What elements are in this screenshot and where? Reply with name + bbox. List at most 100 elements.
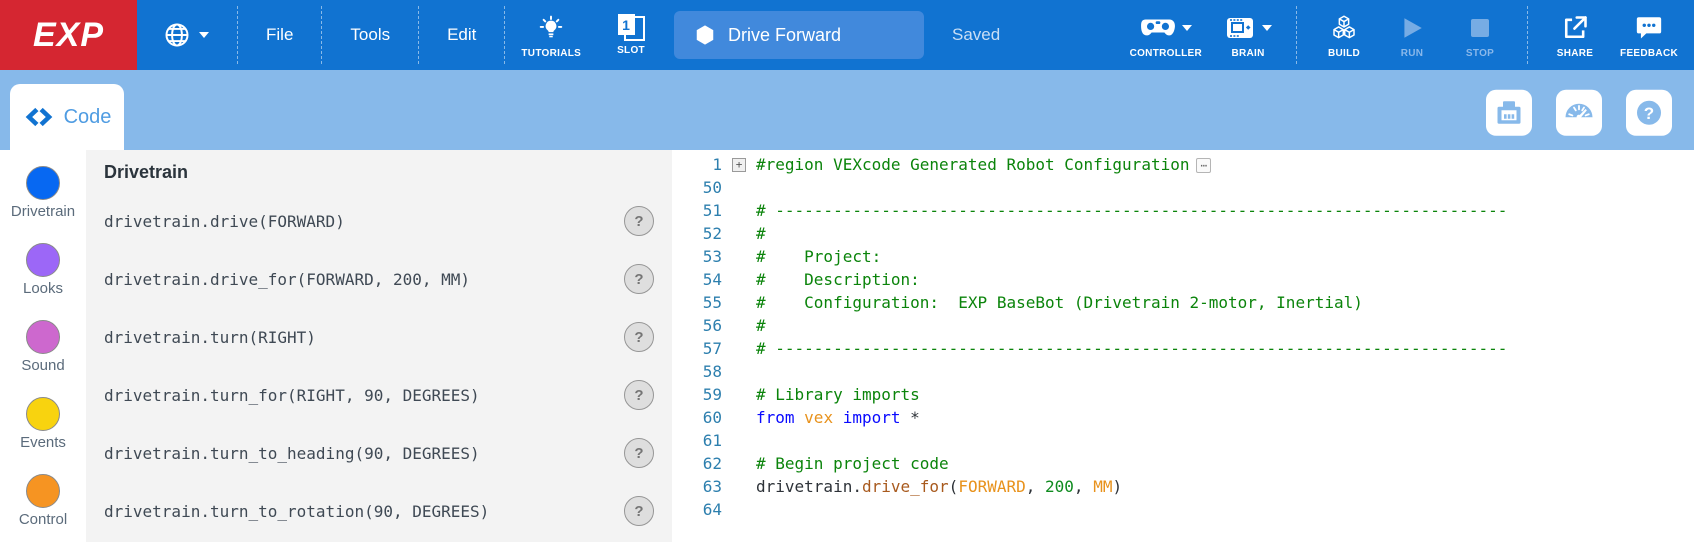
menu-tools[interactable]: Tools xyxy=(324,0,416,70)
category-sidebar: Drivetrain Looks Sound Events Control xyxy=(0,150,86,542)
folded-region-ellipsis[interactable]: ⋯ xyxy=(1196,158,1211,173)
slot-label: SLOT xyxy=(617,45,645,56)
slot-button[interactable]: 1 SLOT xyxy=(602,14,660,56)
controller-button[interactable]: CONTROLLER xyxy=(1124,12,1208,59)
command-panel: Drivetrain drivetrain.drive(FORWARD)?dri… xyxy=(86,150,672,542)
command-help-button[interactable]: ? xyxy=(624,496,654,526)
vex-exp-logo[interactable]: EXP xyxy=(0,0,137,70)
fold-gutter xyxy=(722,498,756,521)
fold-gutter xyxy=(722,222,756,245)
code-text: # Description: xyxy=(756,268,920,291)
share-label: SHARE xyxy=(1557,48,1594,59)
fold-gutter xyxy=(722,429,756,452)
menu-file[interactable]: File xyxy=(240,0,319,70)
code-line: 63drivetrain.drive_for(FORWARD, 200, MM) xyxy=(672,475,1694,498)
tutorials-button[interactable]: TUTORIALS xyxy=(515,12,587,59)
controller-label: CONTROLLER xyxy=(1130,48,1202,59)
command-text[interactable]: drivetrain.turn(RIGHT) xyxy=(104,328,316,347)
line-number: 59 xyxy=(672,383,722,406)
brain-button[interactable]: BRAIN xyxy=(1218,12,1278,59)
command-list: drivetrain.drive(FORWARD)?drivetrain.dri… xyxy=(104,192,672,540)
command-row[interactable]: drivetrain.drive(FORWARD)? xyxy=(104,192,672,250)
stop-label: STOP xyxy=(1466,48,1494,59)
print-console-button[interactable] xyxy=(1486,90,1532,136)
command-row[interactable]: drivetrain.turn_to_heading(90, DEGREES)? xyxy=(104,424,672,482)
fold-gutter xyxy=(722,406,756,429)
command-help-button[interactable]: ? xyxy=(624,264,654,294)
category-events[interactable]: Events xyxy=(20,397,66,451)
tab-code[interactable]: Code xyxy=(10,84,124,150)
command-text[interactable]: drivetrain.turn_to_heading(90, DEGREES) xyxy=(104,444,480,463)
command-help-button[interactable]: ? xyxy=(624,322,654,352)
command-help-button[interactable]: ? xyxy=(624,438,654,468)
code-line: 56# xyxy=(672,314,1694,337)
category-looks[interactable]: Looks xyxy=(23,243,63,297)
line-number: 54 xyxy=(672,268,722,291)
category-color-dot[interactable] xyxy=(26,320,60,354)
code-editor[interactable]: 1+#region VEXcode Generated Robot Config… xyxy=(672,150,1694,542)
device-toolbar: CONTROLLER BRAIN xyxy=(1124,0,1684,70)
fold-gutter xyxy=(722,314,756,337)
category-sound[interactable]: Sound xyxy=(21,320,64,374)
code-text: drivetrain.drive_for(FORWARD, 200, MM) xyxy=(756,475,1122,498)
controller-icon xyxy=(1140,15,1176,41)
line-number: 58 xyxy=(672,360,722,383)
run-button[interactable]: RUN xyxy=(1383,12,1441,59)
command-row[interactable]: drivetrain.drive_for(FORWARD, 200, MM)? xyxy=(104,250,672,308)
svg-text:?: ? xyxy=(1644,104,1654,123)
category-label: Drivetrain xyxy=(11,203,75,220)
divider xyxy=(504,6,505,64)
project-name-button[interactable]: Drive Forward xyxy=(674,11,924,59)
code-line: 50 xyxy=(672,176,1694,199)
divider xyxy=(1527,6,1528,64)
code-line: 64 xyxy=(672,498,1694,521)
line-number: 51 xyxy=(672,199,722,222)
command-help-button[interactable]: ? xyxy=(624,206,654,236)
command-text[interactable]: drivetrain.drive(FORWARD) xyxy=(104,212,345,231)
category-color-dot[interactable] xyxy=(26,397,60,431)
command-row[interactable]: drivetrain.turn_to_rotation(90, DEGREES)… xyxy=(104,482,672,540)
globe-icon xyxy=(163,21,191,49)
chevron-down-icon xyxy=(199,32,209,38)
category-color-dot[interactable] xyxy=(26,166,60,200)
project-group: 1 SLOT Drive Forward Saved xyxy=(602,0,1000,70)
share-button[interactable]: SHARE xyxy=(1546,12,1604,59)
code-line: 57# ------------------------------------… xyxy=(672,337,1694,360)
command-row[interactable]: drivetrain.turn(RIGHT)? xyxy=(104,308,672,366)
code-line: 62# Begin project code xyxy=(672,452,1694,475)
code-text: # xyxy=(756,222,766,245)
command-help-button[interactable]: ? xyxy=(624,380,654,410)
menu-edit[interactable]: Edit xyxy=(421,0,502,70)
line-number: 57 xyxy=(672,337,722,360)
command-text[interactable]: drivetrain.drive_for(FORWARD, 200, MM) xyxy=(104,270,470,289)
fold-gutter xyxy=(722,291,756,314)
menu-group: File Tools Edit TUTORIALS xyxy=(137,0,587,70)
command-text[interactable]: drivetrain.turn_to_rotation(90, DEGREES) xyxy=(104,502,489,521)
editor-actions: ? xyxy=(1486,90,1672,136)
help-button[interactable]: ? xyxy=(1626,90,1672,136)
category-drivetrain[interactable]: Drivetrain xyxy=(11,166,75,220)
command-text[interactable]: drivetrain.turn_for(RIGHT, 90, DEGREES) xyxy=(104,386,480,405)
monitor-gauge-button[interactable] xyxy=(1556,90,1602,136)
fold-toggle-button[interactable]: + xyxy=(732,158,746,172)
line-number: 61 xyxy=(672,429,722,452)
fold-gutter xyxy=(722,268,756,291)
code-line: 60from vex import * xyxy=(672,406,1694,429)
category-color-dot[interactable] xyxy=(26,474,60,508)
line-number: 53 xyxy=(672,245,722,268)
fold-gutter: + xyxy=(722,153,756,176)
command-row[interactable]: drivetrain.turn_for(RIGHT, 90, DEGREES)? xyxy=(104,366,672,424)
slot-icon: 1 xyxy=(618,14,645,41)
line-number: 62 xyxy=(672,452,722,475)
language-menu-button[interactable] xyxy=(137,0,235,70)
code-text: # xyxy=(756,314,766,337)
feedback-label: FEEDBACK xyxy=(1620,48,1678,59)
feedback-button[interactable]: FEEDBACK xyxy=(1614,12,1684,59)
build-button[interactable]: BUILD xyxy=(1315,12,1373,59)
stop-button[interactable]: STOP xyxy=(1451,12,1509,59)
category-control[interactable]: Control xyxy=(19,474,67,528)
tab-code-label: Code xyxy=(64,106,112,129)
main-area: Drivetrain Looks Sound Events Control Drivet… xyxy=(0,150,1694,542)
top-toolbar: EXP File Tools Edit xyxy=(0,0,1694,70)
category-color-dot[interactable] xyxy=(26,243,60,277)
